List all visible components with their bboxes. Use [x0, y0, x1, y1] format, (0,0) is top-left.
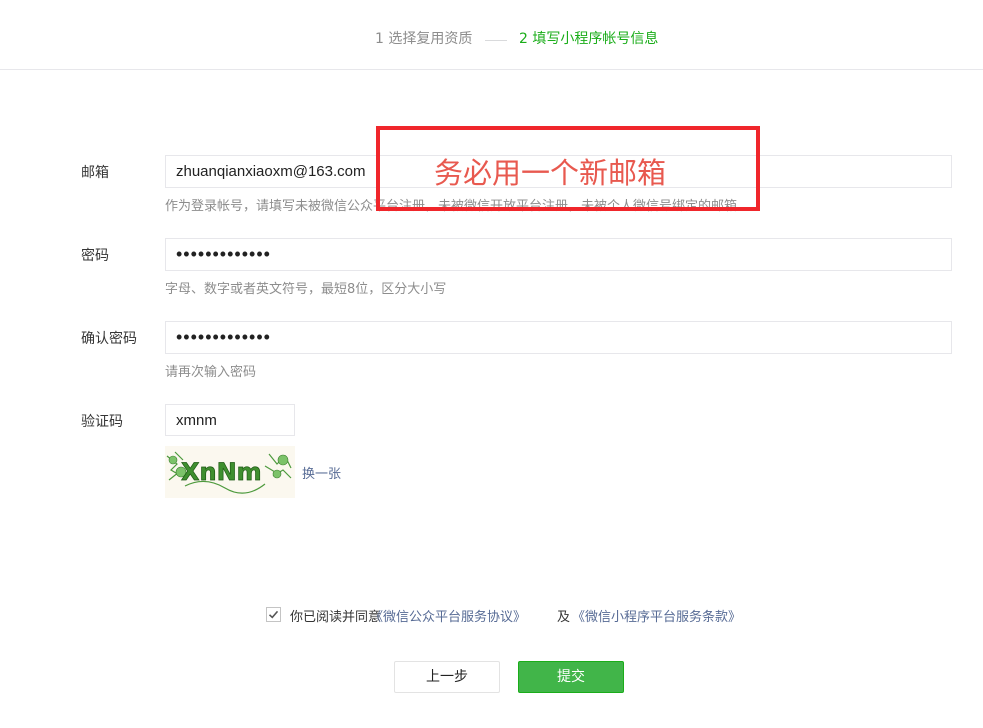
previous-step-button[interactable]: 上一步 — [394, 661, 500, 693]
service-agreement-link[interactable]: 《微信公众平台服务协议》 — [370, 606, 526, 625]
miniprogram-terms-link[interactable]: 《微信小程序平台服务条款》 — [572, 606, 741, 625]
step-separator — [485, 40, 507, 41]
checkmark-icon — [268, 610, 279, 619]
step-2-fill-account-info: 2 填写小程序帐号信息 — [519, 31, 659, 47]
step-1-select-qualification: 1 选择复用资质 — [375, 31, 473, 47]
submit-button[interactable]: 提交 — [518, 661, 624, 693]
annotation-text: 务必用一个新邮箱 — [434, 156, 667, 190]
confirm-password-hint: 请再次输入密码 — [165, 365, 257, 380]
password-hint: 字母、数字或者英文符号，最短8位，区分大小写 — [165, 282, 447, 297]
captcha-input[interactable] — [165, 404, 295, 436]
captcha-image[interactable]: XnNm — [165, 446, 295, 498]
confirm-password-input[interactable] — [165, 321, 952, 354]
password-label: 密码 — [81, 248, 109, 264]
agreement-checkbox[interactable] — [266, 607, 281, 622]
password-input[interactable] — [165, 238, 952, 271]
step-navigation: 1 选择复用资质 2 填写小程序帐号信息 — [0, 0, 983, 70]
captcha-refresh-link[interactable]: 换一张 — [302, 463, 341, 482]
captcha-text: XnNm — [181, 458, 262, 486]
email-label: 邮箱 — [81, 165, 109, 181]
agreement-text: 你已阅读并同意 — [290, 610, 382, 625]
confirm-password-label: 确认密码 — [81, 331, 137, 347]
captcha-label: 验证码 — [81, 414, 123, 430]
agreement-and-text: 及 — [557, 610, 571, 625]
